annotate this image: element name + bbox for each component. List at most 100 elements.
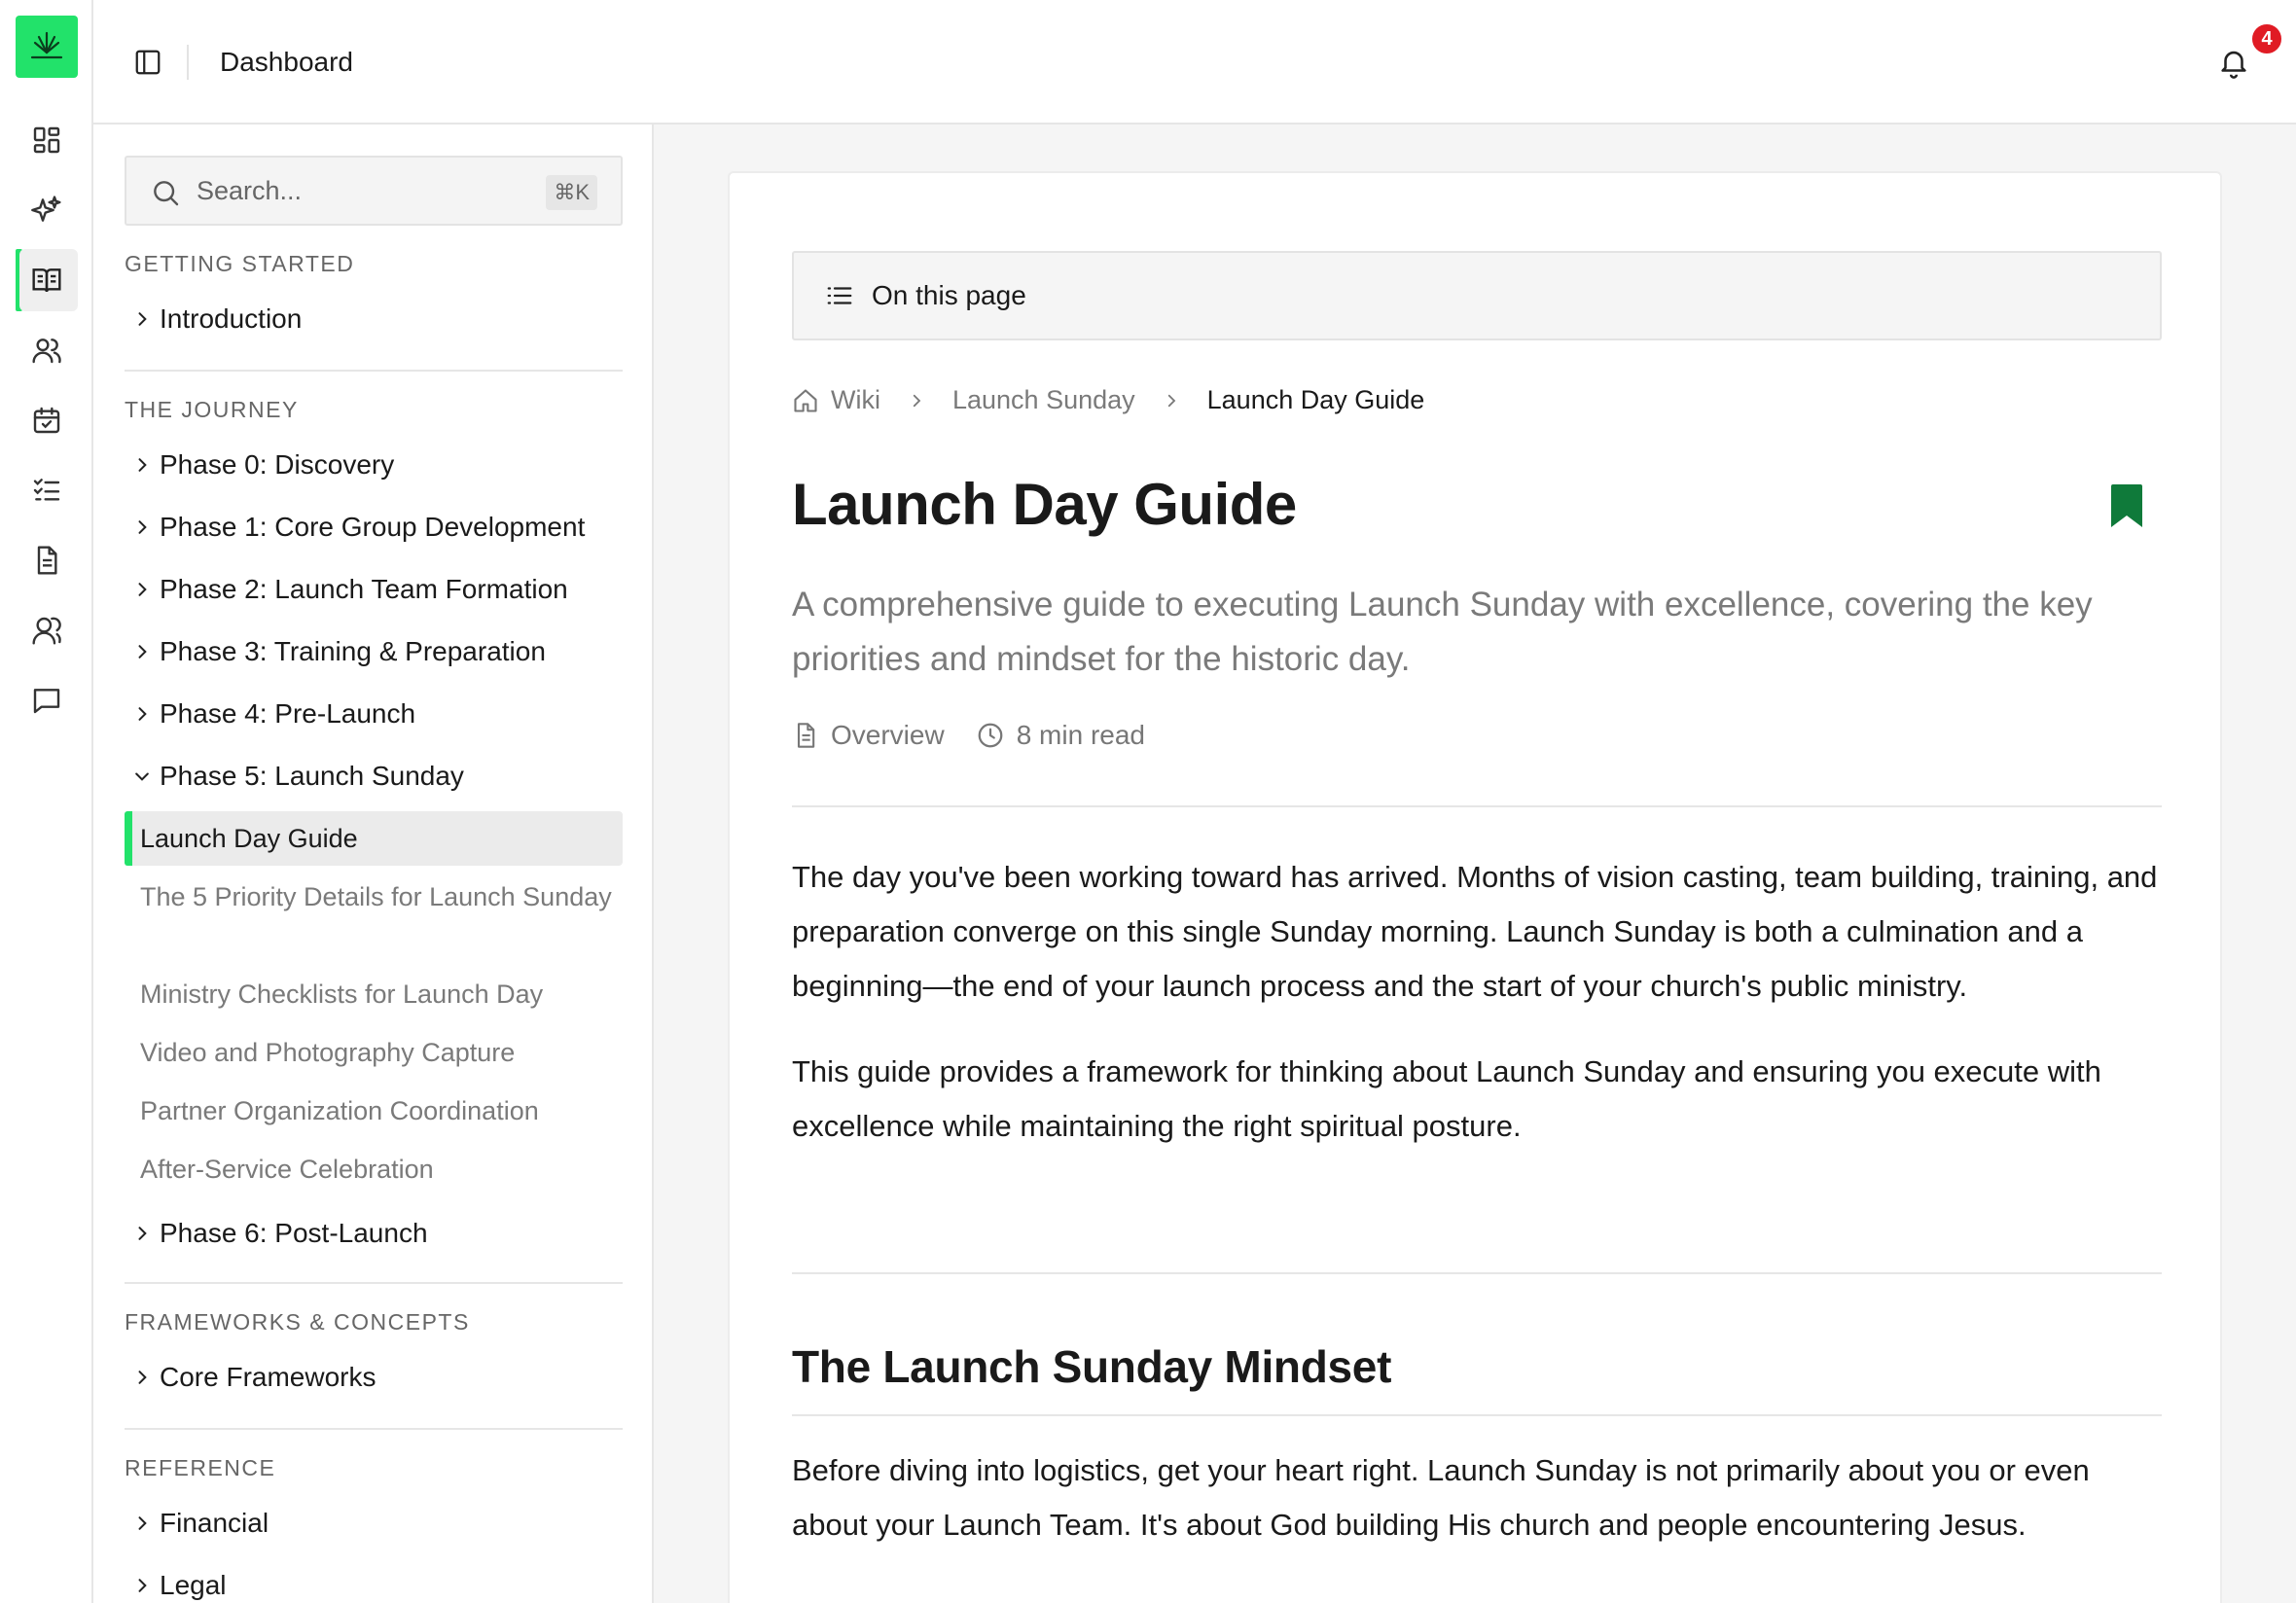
heading-underline — [792, 1414, 2162, 1416]
chevron-right-icon — [138, 1516, 147, 1530]
search-shortcut: ⌘K — [546, 175, 597, 210]
bookmark-icon — [2111, 484, 2142, 527]
user-group-icon — [32, 617, 61, 645]
section-divider — [125, 370, 623, 372]
nav-item-label: Phase 4: Pre-Launch — [160, 698, 416, 729]
breadcrumb: Wiki Launch Sunday Launch Day Guide — [792, 385, 1424, 415]
page-title: Launch Day Guide — [792, 472, 1297, 537]
nav-item-label: Legal — [160, 1570, 227, 1600]
nav-item-label: Phase 1: Core Group Development — [160, 512, 586, 542]
nav-item-label: Phase 5: Launch Sunday — [160, 761, 464, 791]
list-icon — [827, 287, 852, 304]
rail-dashboard[interactable] — [0, 109, 93, 171]
sub-item-ministry-checklists[interactable]: Ministry Checklists for Launch Day — [125, 975, 623, 1014]
sub-item-priority-details[interactable]: The 5 Priority Details for Launch Sunday — [125, 877, 623, 916]
nav-item-phase-6[interactable]: Phase 6: Post-Launch — [125, 1208, 623, 1259]
calendar-check-icon — [33, 407, 60, 434]
nav-item-phase-4[interactable]: Phase 4: Pre-Launch — [125, 689, 623, 739]
nav-item-label: Financial — [160, 1508, 269, 1538]
section-label-journey: THE JOURNEY — [125, 397, 299, 422]
breadcrumb-current: Launch Day Guide — [1206, 385, 1425, 414]
chevron-right-icon — [138, 312, 147, 326]
nav-item-phase-3[interactable]: Phase 3: Training & Preparation — [125, 626, 623, 677]
rail-messages[interactable] — [0, 669, 93, 731]
sub-item-video-photography[interactable]: Video and Photography Capture — [125, 1033, 623, 1072]
chevron-right-icon — [138, 645, 147, 659]
clock-icon — [978, 723, 1003, 748]
nav-item-legal[interactable]: Legal — [125, 1560, 623, 1603]
users-icon — [32, 338, 61, 364]
intro-paragraph-2: This guide provides a framework for thin… — [792, 1054, 2101, 1143]
chevron-right-icon — [138, 1227, 147, 1240]
chevron-right-icon — [138, 583, 147, 596]
document-icon — [37, 546, 57, 575]
section-heading: The Launch Sunday Mindset — [792, 1341, 1392, 1392]
dashboard-icon — [33, 126, 60, 154]
chevron-right-icon — [138, 458, 147, 472]
chevron-right-icon — [138, 520, 147, 534]
breadcrumb-launch-sunday[interactable]: Launch Sunday — [952, 385, 1135, 415]
top-bar: Dashboard 4 — [93, 0, 2296, 125]
meta-category: Overview — [831, 720, 945, 750]
nav-item-phase-1[interactable]: Phase 1: Core Group Development — [125, 502, 623, 552]
section-label-frameworks: FRAMEWORKS & CONCEPTS — [125, 1309, 470, 1335]
article-meta: Overview 8 min read — [792, 720, 1176, 751]
checklist-icon — [33, 479, 60, 501]
page-header-title: Dashboard — [220, 47, 353, 77]
sub-item-after-service[interactable]: After-Service Celebration — [125, 1150, 623, 1189]
rail-documents[interactable] — [0, 529, 93, 591]
search-input[interactable] — [197, 171, 527, 210]
sidebar-toggle-button[interactable] — [128, 43, 167, 82]
section-label-reference: REFERENCE — [125, 1455, 276, 1480]
nav-item-label: Core Frameworks — [160, 1362, 377, 1392]
breadcrumb-wiki[interactable]: Wiki — [831, 385, 880, 415]
nav-item-financial[interactable]: Financial — [125, 1498, 623, 1549]
rail-tasks[interactable] — [0, 459, 93, 521]
nav-item-phase-5[interactable]: Phase 5: Launch Sunday — [125, 751, 623, 802]
nav-item-label: Phase 3: Training & Preparation — [160, 636, 546, 666]
book-open-icon — [32, 268, 61, 293]
sidebar-panel-icon — [135, 50, 161, 75]
sparkle-icon — [31, 196, 61, 222]
chevron-down-icon — [135, 772, 149, 781]
nav-item-core-frameworks[interactable]: Core Frameworks — [125, 1352, 623, 1403]
content-divider — [792, 1272, 2162, 1274]
rail-ai[interactable] — [0, 179, 93, 241]
nav-item-phase-0[interactable]: Phase 0: Discovery — [125, 440, 623, 490]
nav-item-phase-2[interactable]: Phase 2: Launch Team Formation — [125, 564, 623, 615]
search-icon — [154, 181, 179, 206]
sub-item-launch-day-guide[interactable]: Launch Day Guide — [125, 811, 623, 866]
app-rail — [0, 0, 93, 1603]
bookmark-button[interactable] — [2107, 482, 2146, 534]
section-paragraph: Before diving into logistics, get your h… — [792, 1453, 2090, 1542]
rail-wiki[interactable] — [0, 249, 93, 311]
meta-read-time: 8 min read — [1016, 720, 1145, 750]
chat-icon — [33, 689, 60, 714]
rail-calendar[interactable] — [0, 389, 93, 451]
rail-team[interactable] — [0, 599, 93, 661]
search-box[interactable]: ⌘K — [125, 156, 623, 226]
on-this-page-label: On this page — [872, 280, 1026, 310]
content-divider — [792, 805, 2162, 807]
nav-item-label: Phase 0: Discovery — [160, 449, 395, 480]
app-logo[interactable] — [16, 16, 78, 78]
nav-item-label: Introduction — [160, 303, 303, 334]
nav-item-introduction[interactable]: Introduction — [125, 294, 623, 344]
nav-item-label: Phase 2: Launch Team Formation — [160, 574, 568, 604]
section-divider — [125, 1282, 623, 1284]
topbar-divider — [187, 45, 189, 80]
wiki-sidebar: ⌘K GETTING STARTED Introduction THE JOUR… — [93, 125, 654, 1603]
logo-icon — [30, 31, 63, 59]
chevron-right-icon — [1167, 394, 1175, 407]
rail-people[interactable] — [0, 319, 93, 381]
on-this-page-toggle[interactable]: On this page — [792, 251, 2162, 340]
home-icon — [794, 388, 817, 412]
section-label-getting-started: GETTING STARTED — [125, 251, 355, 276]
chevron-right-icon — [138, 707, 147, 721]
notification-badge: 4 — [2249, 21, 2284, 56]
page-subtitle: A comprehensive guide to executing Launc… — [792, 586, 2093, 678]
sub-item-partner-coordination[interactable]: Partner Organization Coordination — [125, 1091, 623, 1130]
article-card: On this page Wiki Launch Sunday Launch D… — [728, 171, 2222, 1603]
bell-icon — [2221, 51, 2246, 79]
nav-item-label: Phase 6: Post-Launch — [160, 1218, 428, 1248]
